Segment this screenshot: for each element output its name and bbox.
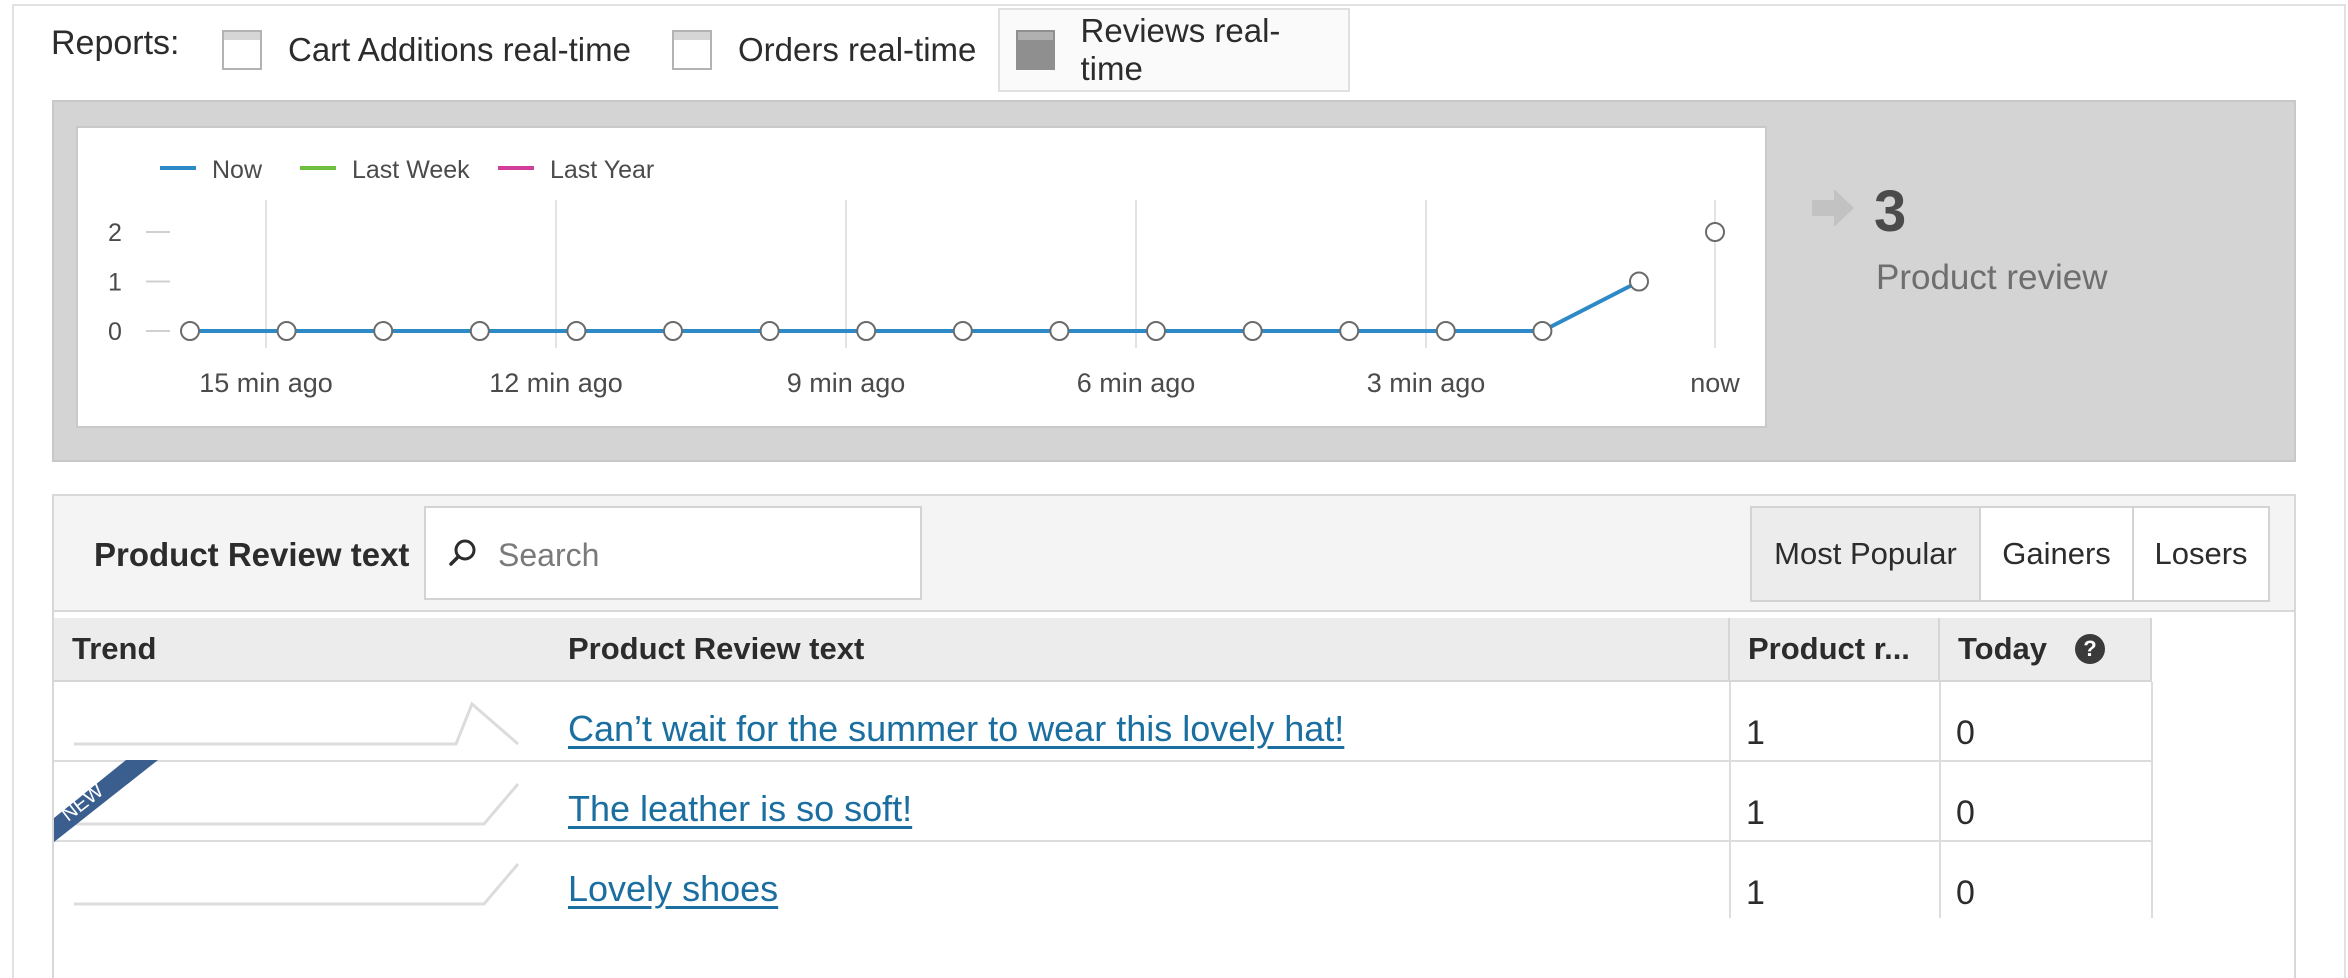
today-value: 0 [1956, 874, 1975, 912]
now-marker-point [1705, 222, 1725, 242]
review-link[interactable]: Lovely shoes [568, 868, 778, 910]
column-header-review-text[interactable]: Product Review text [550, 618, 1730, 682]
trend-sparkline [74, 863, 520, 906]
data-point [759, 321, 780, 341]
data-point [1146, 321, 1166, 341]
segment-losers[interactable]: Losers [2132, 506, 2270, 602]
review-link[interactable]: Can’t wait for the summer to wear this l… [568, 708, 1344, 750]
report-tab-icon [1016, 30, 1055, 70]
x-tick-label: now [1690, 368, 1740, 398]
row-divider [54, 760, 2152, 762]
tab-reviews-real-time[interactable]: Reviews real-time [998, 8, 1350, 92]
tab-label: Cart Additions real-time [288, 31, 631, 68]
tab-label: Reviews real-time [1080, 12, 1281, 87]
column-header-today[interactable]: Today ? [1940, 618, 2152, 682]
data-point [1435, 321, 1456, 341]
column-header-trend[interactable]: Trend [54, 618, 570, 682]
x-tick-label: 6 min ago [1077, 368, 1196, 398]
help-icon[interactable]: ? [2075, 634, 2105, 664]
column-header-label: Today [1958, 631, 2047, 666]
row-divider [54, 840, 2152, 842]
tab-cart-additions-real-time[interactable]: Cart Additions real-time [206, 8, 647, 92]
today-value: 0 [1956, 714, 1975, 752]
segment-gainers[interactable]: Gainers [1979, 506, 2134, 602]
data-point [856, 321, 877, 341]
new-badge: NEW [54, 760, 158, 842]
search-icon [449, 539, 476, 566]
data-point [373, 321, 394, 341]
y-tick-label: 2 [108, 219, 122, 247]
summary-value: 3 [1874, 179, 1907, 244]
data-point [180, 321, 200, 341]
column-header-label: Product r... [1748, 631, 1910, 666]
segment-most-popular[interactable]: Most Popular [1750, 506, 1981, 602]
data-point [1242, 321, 1263, 341]
data-point [469, 321, 490, 341]
realtime-line-chart: Now Last Week Last Year 0 1 2 15 min ago 12 min… [108, 156, 1740, 398]
column-divider [2151, 682, 2153, 918]
column-divider [1729, 682, 1731, 918]
data-point [1532, 321, 1553, 341]
reports-label: Reports: [51, 24, 180, 62]
product-reviews-value: 1 [1746, 714, 1765, 752]
product-reviews-value: 1 [1746, 874, 1765, 912]
arrow-right-icon [1812, 189, 1854, 227]
column-header-product-reviews[interactable]: Product r... [1730, 618, 1940, 682]
legend-label: Now [212, 156, 263, 184]
legend-label: Last Week [352, 156, 470, 184]
column-divider [1939, 682, 1941, 918]
realtime-chart: Now Last Week Last Year 0 1 2 15 min ago 12 min… [76, 126, 1767, 428]
column-header-label: Trend [72, 631, 157, 666]
data-point [1049, 321, 1070, 341]
x-tick-label: 9 min ago [787, 368, 906, 398]
trend-sparkline [74, 701, 519, 746]
new-ribbon: NEW [54, 760, 158, 842]
today-value: 0 [1956, 794, 1975, 832]
tab-orders-real-time[interactable]: Orders real-time [656, 8, 992, 92]
summary-label: Product review [1876, 258, 2108, 297]
series-line-now [190, 279, 1640, 333]
data-point [276, 321, 297, 341]
product-reviews-value: 1 [1746, 794, 1765, 832]
report-tab-icon [672, 30, 712, 70]
x-tick-label: 12 min ago [489, 368, 623, 398]
review-link[interactable]: The leather is so soft! [568, 788, 912, 830]
data-point [1629, 271, 1649, 292]
dimension-label: Product Review text [94, 536, 410, 573]
data-point [566, 321, 587, 341]
report-tab-icon [222, 30, 262, 70]
tab-label: Orders real-time [738, 31, 977, 68]
data-point [952, 321, 973, 341]
search-input[interactable] [496, 526, 900, 584]
data-point [663, 321, 683, 341]
data-point [1339, 321, 1360, 341]
column-header-label: Product Review text [568, 631, 865, 666]
x-tick-label: 3 min ago [1367, 368, 1486, 398]
y-tick-label: 0 [108, 318, 122, 346]
legend-label: Last Year [550, 156, 654, 184]
x-tick-label: 15 min ago [199, 368, 333, 398]
y-tick-label: 1 [108, 269, 122, 297]
